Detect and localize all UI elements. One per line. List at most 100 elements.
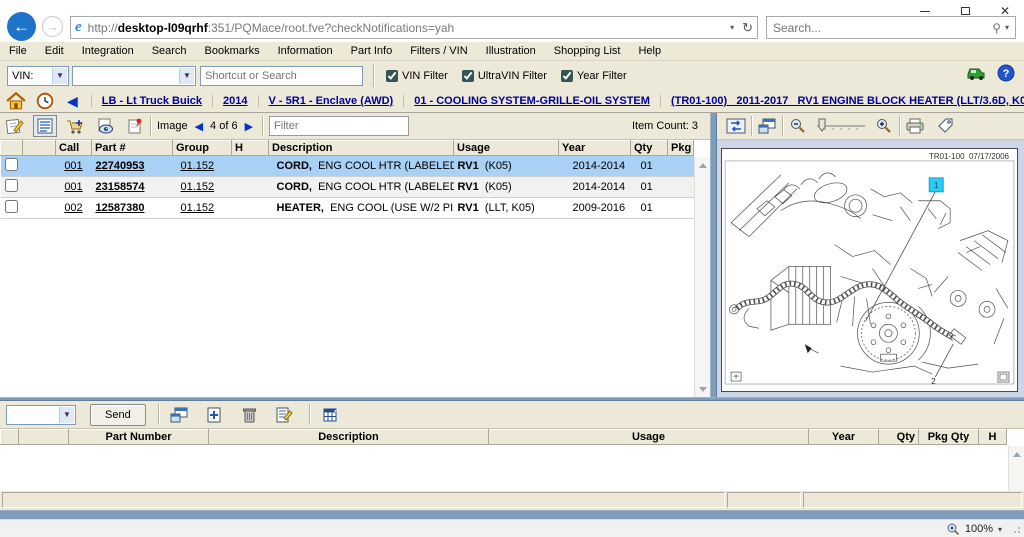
fit-width-button[interactable] bbox=[724, 115, 748, 137]
year-filter-checkbox[interactable]: Year Filter bbox=[561, 70, 627, 82]
menu-shopping-list[interactable]: Shopping List bbox=[545, 42, 630, 61]
zoom-dropdown-icon[interactable]: ▾ bbox=[998, 525, 1002, 534]
add-item-button[interactable] bbox=[202, 404, 226, 426]
vin-mode-select[interactable]: VIN: ▼ bbox=[7, 66, 69, 86]
col-qty[interactable]: Qty bbox=[879, 430, 919, 445]
vehicle-icon[interactable] bbox=[966, 64, 986, 82]
col-year[interactable]: Year bbox=[559, 141, 631, 156]
notes-button[interactable] bbox=[3, 115, 27, 137]
group-link[interactable]: 01.152 bbox=[173, 198, 232, 219]
col-description[interactable]: Description bbox=[269, 141, 454, 156]
preview-button[interactable] bbox=[93, 115, 117, 137]
col-year[interactable]: Year bbox=[809, 430, 879, 445]
image-prev-icon[interactable]: ◀ bbox=[192, 120, 206, 133]
part-number-link[interactable]: 22740953 bbox=[92, 156, 173, 177]
col-usage[interactable]: Usage bbox=[489, 430, 809, 445]
refresh-icon[interactable]: ↻ bbox=[742, 20, 753, 36]
home-icon[interactable] bbox=[6, 92, 26, 110]
breadcrumb-model[interactable]: V - 5R1 - Enclave (AWD) bbox=[258, 95, 404, 107]
menu-part-info[interactable]: Part Info bbox=[342, 42, 402, 61]
col-pkg-qty[interactable]: Pkg Qty bbox=[919, 430, 979, 445]
col-h[interactable]: H bbox=[232, 141, 269, 156]
zoom-in-button[interactable] bbox=[872, 115, 896, 137]
edit-list-button[interactable] bbox=[272, 404, 296, 426]
year-filter-input[interactable] bbox=[561, 70, 573, 82]
col-description[interactable]: Description bbox=[209, 430, 489, 445]
col-pkg[interactable]: Pkg bbox=[668, 141, 694, 156]
table-row[interactable]: 001 23158574 01.152 CORD, ENG COOL HTR (… bbox=[1, 177, 694, 198]
callout-1-label[interactable]: 1 bbox=[934, 181, 939, 190]
address-dropdown-icon[interactable]: ▾ bbox=[730, 23, 734, 32]
breadcrumb-back-icon[interactable]: ◀ bbox=[64, 93, 81, 110]
menu-search[interactable]: Search bbox=[143, 42, 196, 61]
col-group[interactable]: Group bbox=[173, 141, 232, 156]
help-icon[interactable]: ? bbox=[996, 64, 1016, 82]
col-part-number[interactable]: Part Number bbox=[69, 430, 209, 445]
col-qty[interactable]: Qty bbox=[631, 141, 668, 156]
delete-item-button[interactable] bbox=[237, 404, 261, 426]
call-link[interactable]: 001 bbox=[56, 177, 92, 198]
resize-grip[interactable] bbox=[1013, 526, 1021, 534]
clipboard-button[interactable] bbox=[123, 115, 147, 137]
scroll-up-icon[interactable] bbox=[1009, 446, 1024, 462]
destination-select[interactable]: ▼ bbox=[6, 405, 76, 425]
list-view-button[interactable] bbox=[33, 115, 57, 137]
browser-back-button[interactable]: ← bbox=[7, 12, 36, 41]
restore-list-button[interactable] bbox=[167, 404, 191, 426]
restore-pane-button[interactable] bbox=[755, 115, 779, 137]
table-row[interactable]: 001 22740953 01.152 CORD, ENG COOL HTR (… bbox=[1, 156, 694, 177]
menu-illustration[interactable]: Illustration bbox=[477, 42, 545, 61]
search-dropdown-icon[interactable]: ▾ bbox=[1005, 23, 1009, 32]
menu-file[interactable]: File bbox=[0, 42, 36, 61]
tag-button[interactable] bbox=[933, 115, 957, 137]
breadcrumb-year[interactable]: 2014 bbox=[212, 95, 257, 107]
vin-filter-checkbox[interactable]: VIN Filter bbox=[386, 70, 448, 82]
search-input[interactable] bbox=[773, 21, 992, 35]
table-row[interactable]: 002 12587380 01.152 HEATER, ENG COOL (US… bbox=[1, 198, 694, 219]
export-grid-button[interactable] bbox=[318, 404, 342, 426]
parts-scrollbar[interactable] bbox=[694, 157, 710, 397]
menu-filters-vin[interactable]: Filters / VIN bbox=[401, 42, 476, 61]
parts-filter-input[interactable] bbox=[269, 116, 409, 136]
browser-search-box[interactable]: ⚲ ▾ bbox=[766, 16, 1016, 39]
col-part[interactable]: Part # bbox=[92, 141, 173, 156]
search-icon[interactable]: ⚲ bbox=[992, 21, 1001, 35]
call-link[interactable]: 001 bbox=[56, 156, 92, 177]
add-to-cart-button[interactable] bbox=[63, 115, 87, 137]
breadcrumb-section[interactable]: 01 - COOLING SYSTEM-GRILLE-OIL SYSTEM bbox=[403, 95, 660, 107]
address-bar[interactable]: e http://desktop-l09qrhf:351/PQMace/root… bbox=[70, 16, 758, 39]
part-number-link[interactable]: 12587380 bbox=[92, 198, 173, 219]
zoom-slider[interactable] bbox=[815, 117, 867, 135]
breadcrumb-catalog[interactable]: LB - Lt Truck Buick bbox=[91, 95, 212, 107]
vertical-splitter[interactable] bbox=[710, 113, 717, 397]
print-button[interactable] bbox=[903, 115, 927, 137]
menu-integration[interactable]: Integration bbox=[73, 42, 143, 61]
row-checkbox[interactable] bbox=[5, 200, 18, 213]
browser-forward-button[interactable]: → bbox=[42, 16, 63, 37]
scroll-up-icon[interactable] bbox=[695, 157, 711, 173]
zoom-slider-handle[interactable] bbox=[819, 119, 825, 131]
callout-2-label[interactable]: 2 bbox=[931, 377, 936, 386]
ultravin-filter-checkbox[interactable]: UltraVIN Filter bbox=[462, 70, 547, 82]
shopping-list-scrollbar[interactable] bbox=[1008, 446, 1024, 491]
row-checkbox[interactable] bbox=[5, 179, 18, 192]
group-link[interactable]: 01.152 bbox=[173, 177, 232, 198]
group-link[interactable]: 01.152 bbox=[173, 156, 232, 177]
col-h[interactable]: H bbox=[979, 430, 1007, 445]
url-text[interactable]: http://desktop-l09qrhf:351/PQMace/root.f… bbox=[88, 21, 730, 35]
breadcrumb-figure[interactable]: (TR01-100) 2011-2017 RV1 ENGINE BLOCK HE… bbox=[660, 95, 1024, 107]
part-number-link[interactable]: 23158574 bbox=[92, 177, 173, 198]
col-usage[interactable]: Usage bbox=[454, 141, 559, 156]
image-next-icon[interactable]: ▶ bbox=[242, 120, 256, 133]
engine-illustration[interactable]: TR01-100 07/17/2006 bbox=[721, 148, 1018, 392]
vin-filter-input[interactable] bbox=[386, 70, 398, 82]
menu-edit[interactable]: Edit bbox=[36, 42, 73, 61]
menu-bookmarks[interactable]: Bookmarks bbox=[196, 42, 269, 61]
history-icon[interactable] bbox=[35, 92, 55, 110]
ultravin-filter-input[interactable] bbox=[462, 70, 474, 82]
menu-information[interactable]: Information bbox=[269, 42, 342, 61]
scroll-down-icon[interactable] bbox=[695, 381, 711, 397]
zoom-control[interactable]: 100% ▾ bbox=[946, 522, 1002, 536]
shortcut-search-input[interactable] bbox=[200, 66, 363, 86]
call-link[interactable]: 002 bbox=[56, 198, 92, 219]
